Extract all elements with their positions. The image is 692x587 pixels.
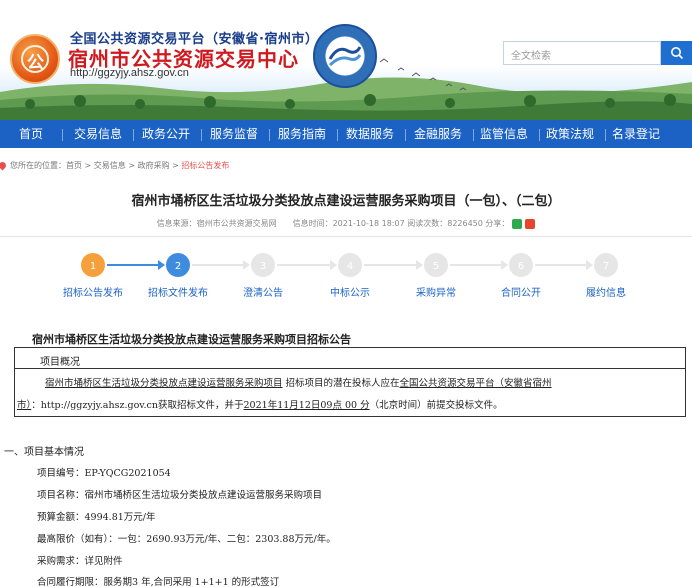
breadcrumb: 您所在的位置：首页 > 交易信息 > 政府采购 > 招标公告发布 — [0, 160, 229, 171]
step-6-label[interactable]: 合同公开 — [501, 284, 541, 299]
overview-content-cell: 宿州市埇桥区生活垃圾分类投放点建设运营服务采购项目 招标项目的潜在投标人应在全国… — [14, 369, 686, 417]
nav-directory-register[interactable]: 名录登记 — [608, 120, 664, 148]
process-steps: 1 2 3 4 5 6 7 — [81, 253, 618, 277]
nav-regulatory-info[interactable]: 监管信息 — [476, 120, 532, 148]
nav-service-supervision[interactable]: 服务监督 — [206, 120, 262, 148]
platform-link[interactable]: 全国公共资源交易平台（安徽省宿州 — [400, 378, 552, 389]
nav-divider — [62, 129, 63, 141]
breadcrumb-path[interactable]: 您所在的位置：首页 > 交易信息 > 政府采购 > — [10, 161, 181, 170]
announcement-title: 宿州市埇桥区生活垃圾分类投放点建设运营服务采购项目招标公告 — [32, 333, 351, 346]
nav-home[interactable]: 首页 — [8, 120, 54, 148]
step-4-number: 4 — [347, 261, 353, 272]
info-requirements: 采购需求：详见附件 — [37, 556, 123, 567]
platform-url: ：http://ggzyjy.ahsz.gov.cn — [31, 400, 158, 411]
nav-divider — [605, 129, 606, 141]
location-pin-icon — [0, 160, 8, 171]
platform-link-cont[interactable]: 市） — [17, 400, 31, 411]
section-heading: 一、项目基本情况 — [4, 447, 84, 458]
overview-text: 招标项目的潜在投标人应在 — [282, 378, 400, 389]
step-3-label[interactable]: 澄清公告 — [243, 284, 283, 299]
nav-divider — [269, 129, 270, 141]
nav-divider — [337, 129, 338, 141]
emblem-logo — [313, 24, 377, 88]
step-7-label[interactable]: 履约信息 — [586, 284, 626, 299]
step-4-label[interactable]: 中标公示 — [330, 284, 370, 299]
article-title: 宿州市埇桥区生活垃圾分类投放点建设运营服务采购项目（一包）、（二包） — [131, 194, 561, 209]
header-divider — [0, 236, 692, 237]
info-contract-term: 合同履行期限：服务期3 年,合同采用 1+1+1 的形式签订 — [37, 577, 280, 587]
overview-text: 获取招标文件，并于 — [158, 400, 244, 411]
nav-service-guide[interactable]: 服务指南 — [274, 120, 330, 148]
info-project-name: 项目名称：宿州市埇桥区生活垃圾分类投放点建设运营服务采购项目 — [37, 490, 323, 501]
nav-divider — [133, 129, 134, 141]
nav-finance-service[interactable]: 金融服务 — [410, 120, 466, 148]
nav-gov-affairs[interactable]: 政务公开 — [138, 120, 194, 148]
step-arrow — [158, 260, 165, 270]
step-arrow — [330, 260, 337, 270]
share-wechat-icon[interactable] — [512, 218, 523, 229]
overview-label: 项目概况 — [40, 357, 80, 368]
nav-trade-info[interactable]: 交易信息 — [70, 120, 126, 148]
overview-line-1: 宿州市埇桥区生活垃圾分类投放点建设运营服务采购项目 招标项目的潜在投标人应在全国… — [45, 375, 552, 389]
site-logo[interactable]: 公 — [10, 34, 60, 84]
step-arrow — [586, 260, 593, 270]
step-6-number: 6 — [518, 261, 524, 272]
site-url: http://ggzyjy.ahsz.gov.cn — [70, 67, 189, 79]
search-input[interactable]: 全文检索 — [503, 41, 661, 65]
step-5-number: 5 — [433, 261, 439, 272]
step-arrow — [243, 260, 250, 270]
nav-data-service[interactable]: 数据服务 — [342, 120, 398, 148]
info-project-number: 项目编号：EP-YQCG2021054 — [37, 468, 171, 479]
step-5-label[interactable]: 采购异常 — [416, 284, 456, 299]
step-2-label[interactable]: 招标文件发布 — [148, 284, 208, 299]
nav-divider — [539, 129, 540, 141]
project-name-link[interactable]: 宿州市埇桥区生活垃圾分类投放点建设运营服务采购项目 — [45, 378, 283, 389]
step-2-number: 2 — [175, 261, 181, 272]
step-3-number: 3 — [260, 261, 266, 272]
step-1-label[interactable]: 招标公告发布 — [63, 284, 123, 299]
nav-divider — [473, 129, 474, 141]
search-icon — [671, 47, 684, 60]
share-weibo-icon[interactable] — [525, 218, 536, 229]
overview-header-cell: 项目概况 — [14, 347, 686, 369]
emblem-wave-icon — [328, 46, 362, 67]
deadline-time: 2021年11月12日09点 00 分 — [243, 400, 370, 411]
info-max-price: 最高限价（如有）：一包：2690.93万元/年、二包：2303.88万元/年。 — [37, 534, 336, 545]
nav-policy-regulations[interactable]: 政策法规 — [542, 120, 598, 148]
step-7-number: 7 — [603, 261, 609, 272]
overview-line-2: 市）：http://ggzyjy.ahsz.gov.cn获取招标文件，并于202… — [17, 397, 503, 411]
step-1-number: 1 — [90, 261, 96, 272]
breadcrumb-current[interactable]: 招标公告发布 — [181, 161, 229, 170]
step-arrow — [501, 260, 508, 270]
nav-divider — [405, 129, 406, 141]
main-nav: 首页 交易信息 政务公开 服务监督 服务指南 数据服务 金融服务 监管信息 政策… — [0, 120, 692, 148]
step-arrow — [416, 260, 423, 270]
nav-divider — [201, 129, 202, 141]
site-header: 公 全国公共资源交易平台（安徽省·宿州市） 宿州市公共资源交易中心 http:/… — [0, 0, 692, 120]
article-meta: 信息来源：宿州市公共资源交易网 信息时间：2021-10-18 18:07 阅读… — [0, 218, 692, 229]
overview-text: （北京时间）前提交投标文件。 — [369, 400, 503, 411]
info-budget: 预算金额：4994.81万元/年 — [37, 512, 156, 523]
article-meta-text: 信息来源：宿州市公共资源交易网 信息时间：2021-10-18 18:07 阅读… — [156, 219, 510, 228]
search-button[interactable] — [661, 41, 692, 65]
